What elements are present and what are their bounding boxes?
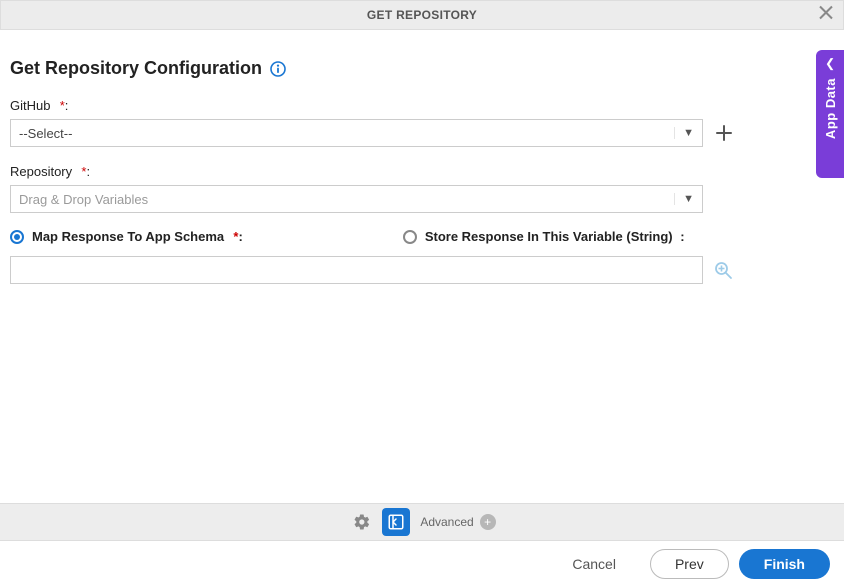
settings-button[interactable]: [348, 508, 376, 536]
map-response-radio[interactable]: Map Response To App Schema *:: [10, 229, 243, 244]
caret-down-icon: ▼: [674, 193, 694, 205]
cancel-button[interactable]: Cancel: [548, 549, 640, 579]
colon: :: [65, 98, 69, 113]
page-title: Get Repository Configuration: [10, 58, 286, 79]
schema-lookup-icon[interactable]: [713, 260, 733, 280]
response-value-row: [10, 256, 834, 284]
response-value-input[interactable]: [10, 256, 703, 284]
github-label: GitHub *:: [10, 98, 68, 113]
caret-down-icon: ▼: [674, 127, 694, 139]
radio-selected-icon: [10, 230, 24, 244]
map-response-label: Map Response To App Schema: [32, 229, 224, 244]
github-select[interactable]: --Select-- ▼: [10, 119, 703, 147]
dialog-body: Get Repository Configuration GitHub *: -…: [0, 30, 844, 294]
dialog-header: GET REPOSITORY: [0, 0, 844, 30]
colon: :: [238, 229, 242, 244]
footer-toolbar: Advanced +: [0, 503, 844, 541]
close-icon[interactable]: [819, 6, 833, 25]
dialog-title: GET REPOSITORY: [367, 8, 477, 22]
advanced-label-text: Advanced: [420, 515, 473, 529]
github-label-text: GitHub: [10, 98, 50, 113]
store-response-radio[interactable]: Store Response In This Variable (String)…: [403, 229, 685, 244]
colon: :: [680, 229, 684, 244]
finish-button[interactable]: Finish: [739, 549, 830, 579]
layout-button[interactable]: [382, 508, 410, 536]
app-data-side-tab[interactable]: ❯ App Data: [816, 50, 844, 178]
store-response-label: Store Response In This Variable (String): [425, 229, 673, 244]
layout-icon: [387, 513, 405, 531]
repository-field-block: Repository *: Drag & Drop Variables ▼: [10, 163, 834, 213]
add-github-button[interactable]: [711, 120, 737, 146]
plus-circle-icon: +: [480, 514, 496, 530]
info-icon[interactable]: [270, 61, 286, 77]
prev-button[interactable]: Prev: [650, 549, 729, 579]
repository-select[interactable]: Drag & Drop Variables ▼: [10, 185, 703, 213]
repository-placeholder: Drag & Drop Variables: [19, 192, 148, 207]
github-field-block: GitHub *: --Select-- ▼: [10, 97, 834, 147]
gear-icon: [353, 513, 371, 531]
chevron-left-icon: ❯: [825, 58, 835, 72]
dialog-button-row: Cancel Prev Finish: [548, 549, 830, 579]
page-title-text: Get Repository Configuration: [10, 58, 262, 79]
radio-unselected-icon: [403, 230, 417, 244]
advanced-toggle[interactable]: Advanced +: [420, 514, 495, 530]
repository-label-text: Repository: [10, 164, 72, 179]
github-selected-value: --Select--: [19, 126, 72, 141]
colon: :: [86, 164, 90, 179]
response-radio-group: Map Response To App Schema *: Store Resp…: [10, 229, 834, 244]
side-tab-label: App Data: [823, 78, 838, 139]
repository-label: Repository *:: [10, 164, 90, 179]
